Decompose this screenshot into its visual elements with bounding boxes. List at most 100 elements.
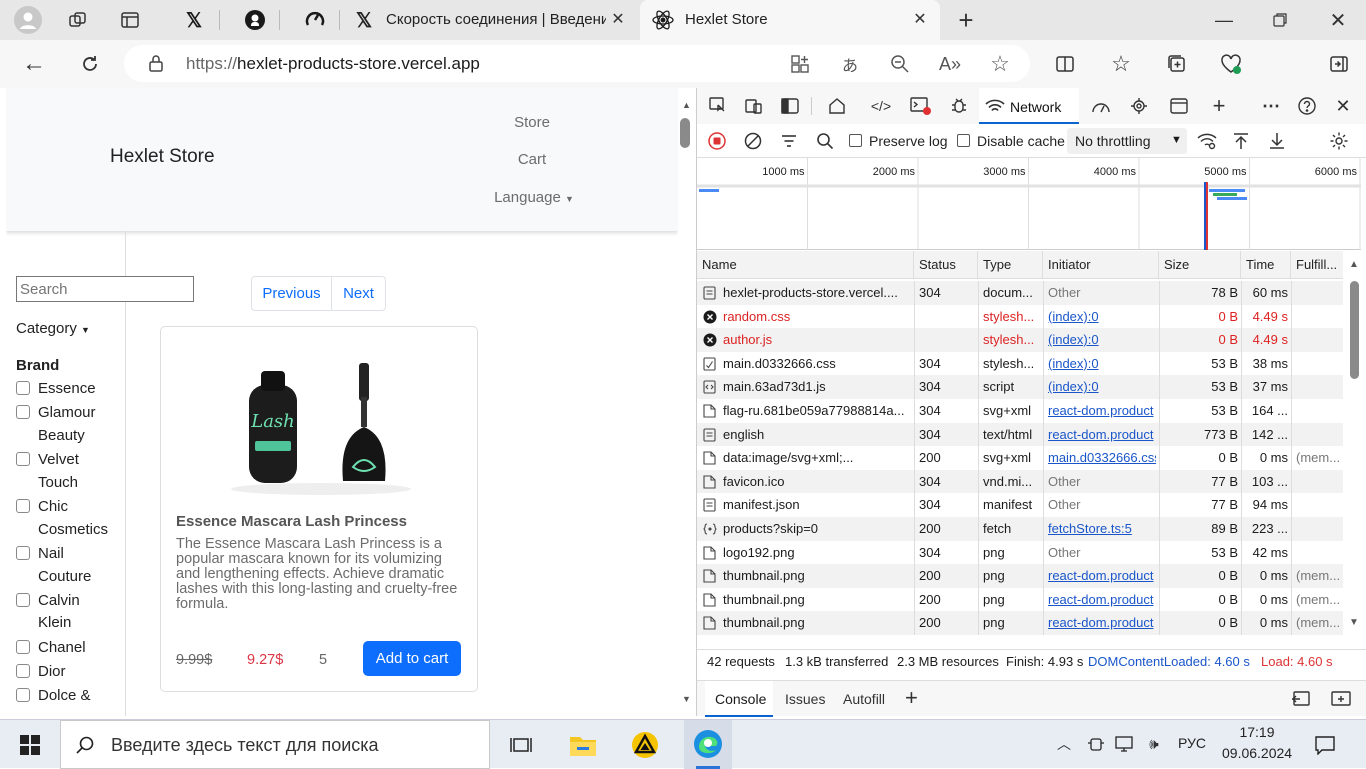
cell-initiator[interactable]: (index):0 [1048, 305, 1156, 329]
tab-hexlet-store[interactable]: Hexlet Store ✕ [640, 0, 940, 40]
network-overview[interactable]: 1000 ms 2000 ms 3000 ms 4000 ms 5000 ms 6000 … [697, 158, 1361, 250]
app-triangle-icon[interactable] [630, 730, 660, 760]
welcome-home-icon[interactable] [823, 88, 851, 124]
tray-app-icon[interactable] [1085, 732, 1107, 756]
read-aloud-icon[interactable]: A» [938, 52, 962, 76]
restore-icon[interactable] [1268, 8, 1292, 32]
table-row[interactable]: thumbnail.png 200 png react-dom.product 0 B 0… [697, 587, 1343, 612]
help-icon[interactable] [1293, 88, 1321, 124]
cell-initiator[interactable]: react-dom.product [1048, 423, 1156, 447]
console-icon[interactable] [907, 88, 935, 124]
scroll-thumb[interactable] [1350, 281, 1359, 379]
table-row[interactable]: flag-ru.681be059a77988814a... 304 svg+xml r… [697, 399, 1343, 423]
table-row[interactable]: main.d0332666.css 304 stylesh... (index):0 5… [697, 351, 1343, 376]
next-page-button[interactable]: Next [331, 276, 386, 311]
brand-checkbox-calvin-klein[interactable] [16, 593, 30, 607]
column-type[interactable]: Type [978, 251, 1043, 279]
sources-bug-icon[interactable] [945, 88, 973, 124]
tab-x-1[interactable]: 𝕏 [164, 0, 220, 40]
tab-github[interactable] [224, 0, 280, 40]
scroll-down-icon[interactable]: ▼ [682, 694, 691, 704]
more-tools-plus-icon[interactable]: + [1205, 88, 1233, 124]
clock[interactable]: 17:19 09.06.2024 [1222, 724, 1292, 761]
tab-actions-icon[interactable] [118, 8, 142, 32]
column-status[interactable]: Status [914, 251, 978, 279]
page-scrollbar[interactable]: ▲ ▼ [678, 88, 694, 716]
refresh-icon[interactable] [76, 50, 104, 78]
zoom-out-icon[interactable] [888, 52, 912, 76]
column-initiator[interactable]: Initiator [1043, 251, 1159, 279]
add-to-cart-button[interactable]: Add to cart [363, 641, 461, 676]
more-options-icon[interactable]: ⋯ [1257, 88, 1285, 124]
cell-initiator[interactable]: react-dom.product [1048, 611, 1156, 635]
taskbar-search-box[interactable]: Введите здесь текст для поиска [60, 720, 490, 769]
brand-checkbox-chanel[interactable] [16, 640, 30, 654]
scroll-down-icon[interactable]: ▼ [1349, 617, 1359, 628]
brand-checkbox-chic-cosmetics[interactable] [16, 499, 30, 513]
memory-icon[interactable] [1125, 88, 1153, 124]
disable-cache-checkbox[interactable] [957, 134, 970, 147]
table-row[interactable]: thumbnail.png 200 png react-dom.product 0 B 0… [697, 611, 1343, 635]
back-icon[interactable]: ← [20, 50, 48, 78]
application-icon[interactable] [1165, 88, 1193, 124]
cell-initiator[interactable]: react-dom.product [1048, 399, 1156, 423]
column-fulfilled-by[interactable]: Fulfill... [1291, 251, 1343, 279]
record-stop-icon[interactable] [705, 123, 729, 159]
volume-icon[interactable]: 🕪 [1142, 732, 1166, 756]
close-devtools-icon[interactable]: ✕ [1329, 88, 1357, 124]
translate-icon[interactable]: あ [838, 52, 862, 76]
brand-checkbox-glamour-beauty[interactable] [16, 405, 30, 419]
language-indicator[interactable]: РУС [1178, 735, 1206, 751]
notifications-icon[interactable] [1312, 732, 1338, 758]
filter-icon[interactable] [777, 123, 801, 159]
close-drawer-icon[interactable] [1331, 690, 1351, 711]
close-icon[interactable]: ✕ [912, 12, 928, 28]
dock-drawer-icon[interactable] [1291, 690, 1311, 711]
favorite-star-icon[interactable]: ☆ [988, 51, 1012, 76]
preserve-log-checkbox[interactable] [849, 134, 862, 147]
table-row[interactable]: logo192.png 304 png Other 53 B 42 ms [697, 540, 1343, 565]
inspect-element-icon[interactable] [705, 88, 731, 124]
import-har-icon[interactable] [1229, 123, 1253, 159]
table-row[interactable]: random.css stylesh... (index):0 0 B 4.49 s [697, 304, 1343, 329]
drawer-tab-autofill[interactable]: Autofill [843, 691, 885, 707]
tray-expand-icon[interactable]: ︿ [1054, 732, 1074, 756]
table-row[interactable]: manifest.json 304 manifest Other 77 B 94 ms [697, 493, 1343, 517]
cell-initiator[interactable]: react-dom.product [1048, 588, 1156, 612]
performance-icon[interactable] [1087, 88, 1115, 124]
network-tray-icon[interactable] [1112, 732, 1136, 756]
brand-checkbox-dior[interactable] [16, 664, 30, 678]
brand-checkbox-dolce[interactable] [16, 688, 30, 702]
table-row[interactable]: hexlet-products-store.vercel.... 304 docum… [697, 281, 1343, 305]
task-view-icon[interactable] [508, 732, 534, 758]
table-row[interactable]: products?skip=0 200 fetch fetchStore.ts:5 89… [697, 517, 1343, 541]
nav-cart-link[interactable]: Cart [492, 151, 572, 168]
collections-icon[interactable] [1164, 51, 1190, 77]
table-row[interactable]: english 304 text/html react-dom.product 773 … [697, 422, 1343, 447]
drawer-tab-console[interactable]: Console [705, 681, 773, 717]
column-time[interactable]: Time [1241, 251, 1291, 279]
table-scrollbar[interactable]: ▲ ▼ [1345, 251, 1363, 637]
clear-icon[interactable] [741, 123, 765, 159]
table-row[interactable]: thumbnail.png 200 png react-dom.product 0 B 0… [697, 564, 1343, 588]
new-tab-icon[interactable]: + [954, 5, 978, 35]
table-row[interactable]: data:image/svg+xml;... 200 svg+xml main.d03… [697, 446, 1343, 470]
cell-initiator[interactable]: (index):0 [1048, 328, 1156, 352]
split-screen-icon[interactable] [1052, 51, 1078, 77]
app-available-icon[interactable] [788, 52, 812, 76]
tab-speedtest[interactable] [284, 0, 340, 40]
scroll-up-icon[interactable]: ▲ [1349, 259, 1359, 270]
address-bar[interactable]: https://hexlet-products-store.vercel.app… [124, 45, 1030, 82]
profile-icon[interactable] [14, 6, 42, 34]
column-name[interactable]: Name [697, 251, 914, 279]
table-row[interactable]: favicon.ico 304 vnd.mi... Other 77 B 103 ... [697, 469, 1343, 494]
table-row[interactable]: author.js stylesh... (index):0 0 B 4.49 s [697, 328, 1343, 352]
cell-initiator[interactable]: (index):0 [1048, 375, 1156, 399]
favorites-icon[interactable]: ☆ [1108, 51, 1134, 77]
window-close-icon[interactable]: ✕ [1326, 8, 1350, 32]
tab-speed-article[interactable]: 𝕏 Скорость соединения | Введени ✕ [344, 0, 638, 40]
tab-network[interactable]: Network [979, 88, 1079, 124]
network-conditions-icon[interactable] [1195, 123, 1219, 159]
taskbar-edge-button[interactable] [684, 720, 732, 769]
column-size[interactable]: Size [1159, 251, 1241, 279]
